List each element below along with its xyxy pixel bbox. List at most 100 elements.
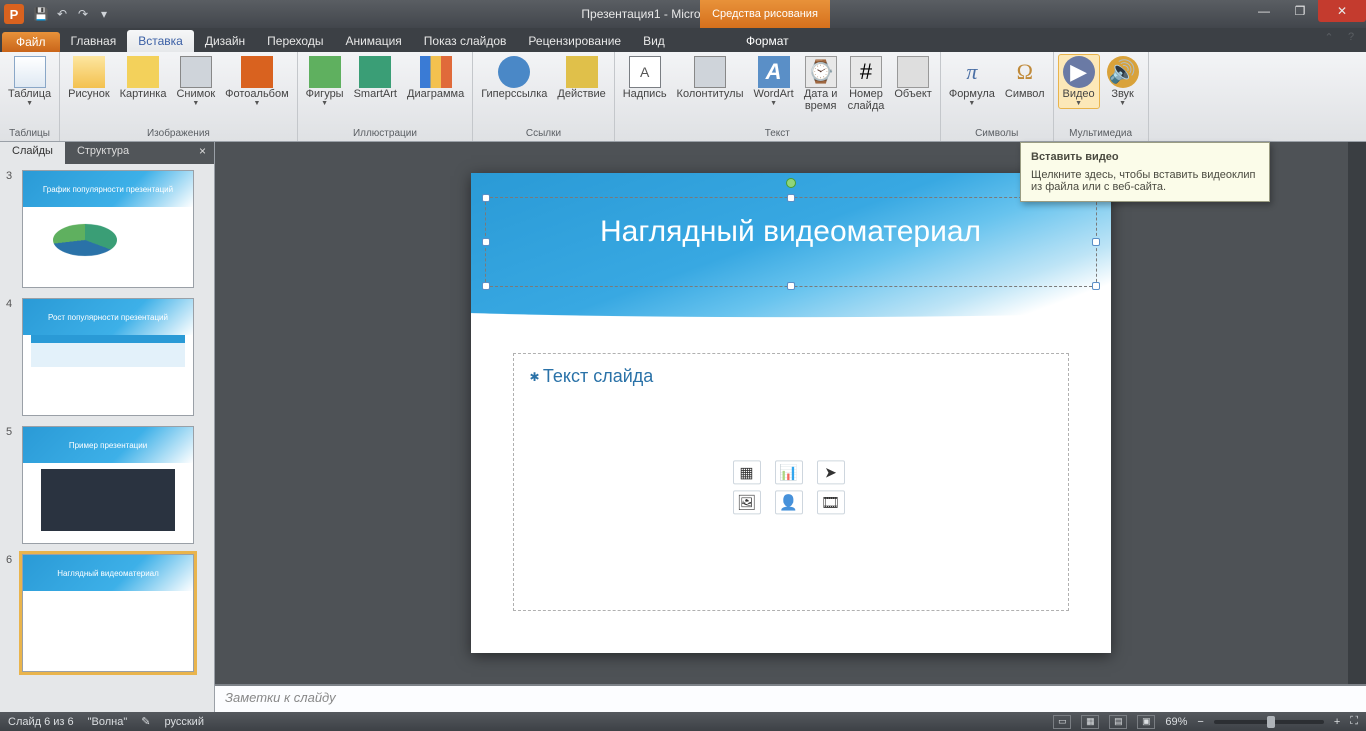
wordart-button[interactable]: AWordArt▼ [750, 54, 798, 109]
reading-view-button[interactable]: ▤ [1109, 715, 1127, 729]
picture-button[interactable]: Рисунок [64, 54, 114, 102]
zoom-in-button[interactable]: + [1334, 716, 1340, 728]
photoalbum-button[interactable]: Фотоальбом▼ [221, 54, 293, 109]
close-button[interactable]: ✕ [1318, 0, 1366, 22]
panel-close-icon[interactable]: × [191, 142, 214, 164]
equation-icon: π [956, 56, 988, 88]
clipart-icon [127, 56, 159, 88]
slide-panel: Слайды Структура × 3 График популярности… [0, 142, 215, 712]
normal-view-button[interactable]: ▭ [1053, 715, 1071, 729]
tab-animation[interactable]: Анимация [334, 30, 412, 52]
clipart-button[interactable]: Картинка [116, 54, 171, 102]
redo-icon[interactable]: ↷ [74, 5, 92, 23]
notes-pane[interactable]: Заметки к слайду [215, 684, 1366, 712]
textbox-button[interactable]: AНадпись [619, 54, 671, 102]
group-symbols: Символы [945, 126, 1049, 141]
video-button[interactable]: ▶Видео▼ [1058, 54, 1100, 109]
ribbon-tabs: Файл Главная Вставка Дизайн Переходы Ани… [0, 28, 1366, 52]
thumbnail-4[interactable]: Рост популярности презентаций [22, 298, 194, 416]
zoom-slider-thumb[interactable] [1267, 716, 1275, 728]
zoom-slider[interactable] [1214, 720, 1324, 724]
tab-file[interactable]: Файл [2, 32, 60, 52]
insert-media-icon[interactable]: 🎞 [817, 490, 845, 514]
theme-name: "Волна" [88, 716, 128, 728]
main-area: Слайды Структура × 3 График популярности… [0, 142, 1366, 712]
sorter-view-button[interactable]: ▦ [1081, 715, 1099, 729]
current-slide[interactable]: Наглядный видеоматериал Текст слайда ▦ 📊… [471, 173, 1111, 653]
help-icon[interactable]: ? [1340, 28, 1362, 46]
smartart-button[interactable]: SmartArt [350, 54, 401, 102]
thumbnail-6[interactable]: Наглядный видеоматериал [22, 554, 194, 672]
video-thumbnail-icon [41, 469, 175, 531]
headerfooter-button[interactable]: Колонтитулы [673, 54, 748, 102]
slidenumber-button[interactable]: #Номер слайда [844, 54, 889, 114]
tab-view[interactable]: Вид [632, 30, 676, 52]
object-icon [897, 56, 929, 88]
tab-design[interactable]: Дизайн [194, 30, 256, 52]
insert-smartart-icon[interactable]: ➤ [817, 460, 845, 484]
undo-icon[interactable]: ↶ [53, 5, 71, 23]
vertical-scrollbar[interactable] [1348, 142, 1366, 684]
resize-handle-nw[interactable] [482, 194, 490, 202]
action-icon [566, 56, 598, 88]
screenshot-button[interactable]: Снимок▼ [172, 54, 219, 109]
insert-picture-icon[interactable]: 🖼 [733, 490, 761, 514]
tab-format[interactable]: Формат [735, 30, 800, 52]
symbol-button[interactable]: ΩСимвол [1001, 54, 1049, 102]
qat-customize-icon[interactable]: ▾ [95, 5, 113, 23]
fit-to-window-button[interactable]: ⛶ [1350, 715, 1358, 728]
resize-handle-se[interactable] [1092, 282, 1100, 290]
minimize-button[interactable]: — [1246, 0, 1282, 22]
insert-table-icon[interactable]: ▦ [733, 460, 761, 484]
picture-icon [73, 56, 105, 88]
action-button[interactable]: Действие [553, 54, 609, 102]
resize-handle-sw[interactable] [482, 282, 490, 290]
equation-button[interactable]: πФормула▼ [945, 54, 999, 109]
chart-button[interactable]: Диаграмма [403, 54, 468, 102]
language-indicator[interactable]: русский [165, 716, 204, 728]
zoom-level[interactable]: 69% [1165, 716, 1187, 728]
hyperlink-button[interactable]: Гиперссылка [477, 54, 551, 102]
maximize-button[interactable]: ❐ [1282, 0, 1318, 22]
tab-insert[interactable]: Вставка [127, 30, 194, 52]
wordart-icon: A [758, 56, 790, 88]
zoom-out-button[interactable]: − [1197, 716, 1203, 728]
slide-title-text[interactable]: Наглядный видеоматериал [471, 215, 1111, 249]
title-bar: P 💾 ↶ ↷ ▾ Презентация1 - Microsoft Power… [0, 0, 1366, 28]
thumbnail-list[interactable]: 3 График популярности презентаций 4 Рост… [0, 164, 214, 712]
thumbnail-3[interactable]: График популярности презентаций [22, 170, 194, 288]
tab-home[interactable]: Главная [60, 30, 128, 52]
ribbon-minimize-icon[interactable]: ⌃ [1318, 28, 1340, 46]
datetime-icon: ⌚ [805, 56, 837, 88]
ribbon: Таблица▼ Таблицы Рисунок Картинка Снимок… [0, 52, 1366, 142]
object-button[interactable]: Объект [890, 54, 935, 102]
content-placeholder[interactable]: Текст слайда ▦ 📊 ➤ 🖼 👤 🎞 [513, 353, 1069, 611]
shapes-button[interactable]: Фигуры▼ [302, 54, 348, 109]
rotation-handle[interactable] [786, 178, 796, 188]
slideshow-view-button[interactable]: ▣ [1137, 715, 1155, 729]
tab-transitions[interactable]: Переходы [256, 30, 334, 52]
tab-slideshow[interactable]: Показ слайдов [413, 30, 518, 52]
placeholder-prompt: Текст слайда [530, 366, 1052, 387]
tab-review[interactable]: Рецензирование [517, 30, 632, 52]
resize-handle-s[interactable] [787, 282, 795, 290]
insert-chart-icon[interactable]: 📊 [775, 460, 803, 484]
panel-tab-slides[interactable]: Слайды [0, 142, 65, 164]
thumbnail-5[interactable]: Пример презентации [22, 426, 194, 544]
panel-tab-outline[interactable]: Структура [65, 142, 141, 164]
spellcheck-icon[interactable]: ✎ [141, 715, 150, 728]
insert-clipart-icon[interactable]: 👤 [775, 490, 803, 514]
table-button[interactable]: Таблица▼ [4, 54, 55, 109]
resize-handle-n[interactable] [787, 194, 795, 202]
photoalbum-icon [241, 56, 273, 88]
tooltip: Вставить видео Щелкните здесь, чтобы вст… [1020, 142, 1270, 202]
video-icon: ▶ [1063, 56, 1095, 88]
audio-button[interactable]: 🔊Звук▼ [1102, 54, 1144, 109]
screenshot-icon [180, 56, 212, 88]
save-icon[interactable]: 💾 [32, 5, 50, 23]
datetime-button[interactable]: ⌚Дата и время [800, 54, 842, 114]
hyperlink-icon [498, 56, 530, 88]
contextual-tab-label: Средства рисования [700, 0, 830, 28]
group-illustrations: Иллюстрации [302, 126, 469, 141]
audio-icon: 🔊 [1107, 56, 1139, 88]
